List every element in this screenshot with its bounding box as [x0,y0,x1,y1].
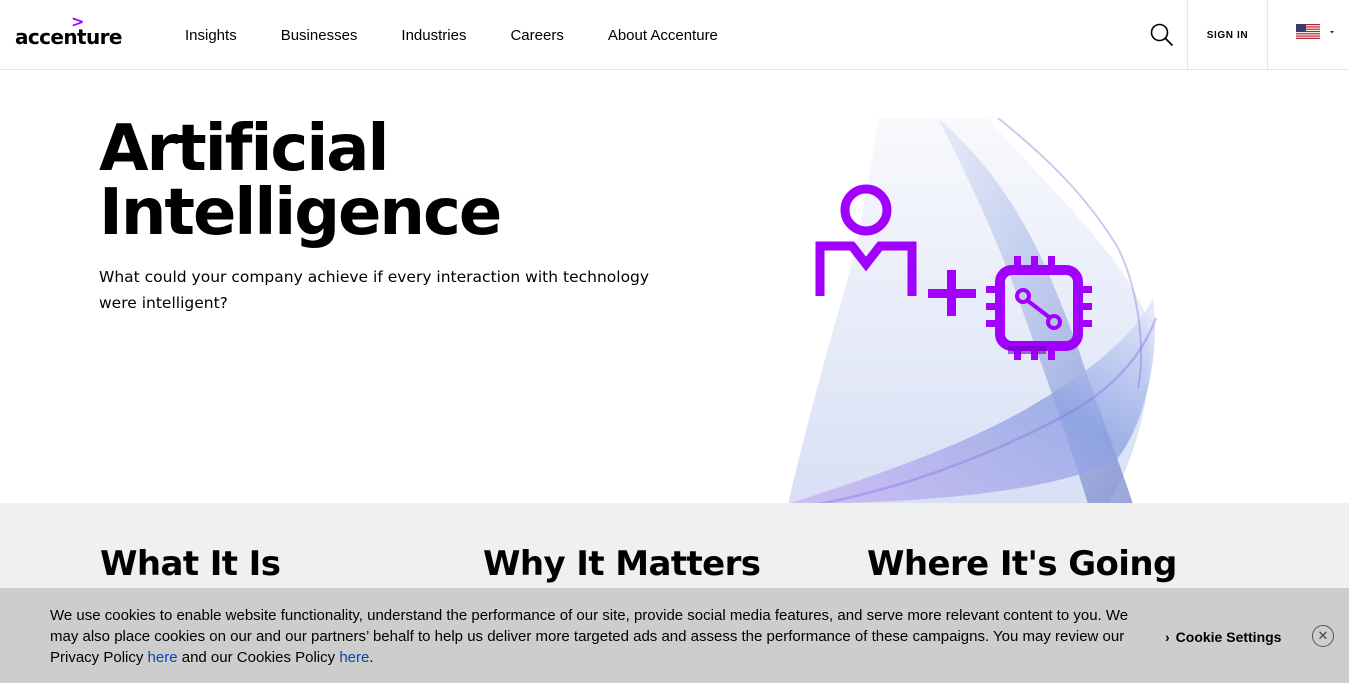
cookies-policy-link[interactable]: here [339,649,369,666]
privacy-policy-link[interactable]: here [148,649,178,666]
accenture-logo[interactable]: > accenture [15,14,125,50]
chevron-right-icon: › [1165,629,1170,645]
heading-why-it-matters: Why It Matters [483,544,761,584]
heading-what-it-is: What It Is [100,544,281,584]
title-line-1: Artificial [99,112,389,186]
hero-illustration [788,117,1162,506]
nav-businesses[interactable]: Businesses [281,27,358,44]
cookie-banner: We use cookies to enable website functio… [0,588,1349,683]
nav-careers[interactable]: Careers [510,27,563,44]
nav-industries[interactable]: Industries [401,27,466,44]
header-divider [1267,0,1268,70]
close-icon[interactable]: ✕ [1312,625,1334,647]
search-icon[interactable] [1149,22,1175,48]
locale-selector[interactable] [1296,24,1341,44]
chevron-down-icon [1330,31,1334,34]
cookie-settings-button[interactable]: › Cookie Settings [1165,629,1281,645]
cookie-text: We use cookies to enable website functio… [50,605,1140,668]
sign-in-link[interactable]: SIGN IN [1188,0,1267,70]
heading-where-its-going: Where It's Going [867,544,1177,584]
person-plus-chip-icon [788,117,1158,506]
main-nav: Insights Businesses Industries Careers A… [185,0,762,70]
cookie-text-part: and our Cookies Policy [177,649,340,666]
nav-insights[interactable]: Insights [185,27,237,44]
nav-about[interactable]: About Accenture [608,27,718,44]
page-title: Artificial Intelligence [99,117,699,245]
cookie-settings-label: Cookie Settings [1175,629,1282,645]
us-flag-icon [1296,24,1334,39]
cookie-text-part: . [369,649,374,666]
hero-subtitle: What could your company achieve if every… [99,268,650,312]
title-line-2: Intelligence [99,176,502,250]
site-header: > accenture Insights Businesses Industri… [0,0,1349,70]
logo-text: accenture [15,25,122,49]
